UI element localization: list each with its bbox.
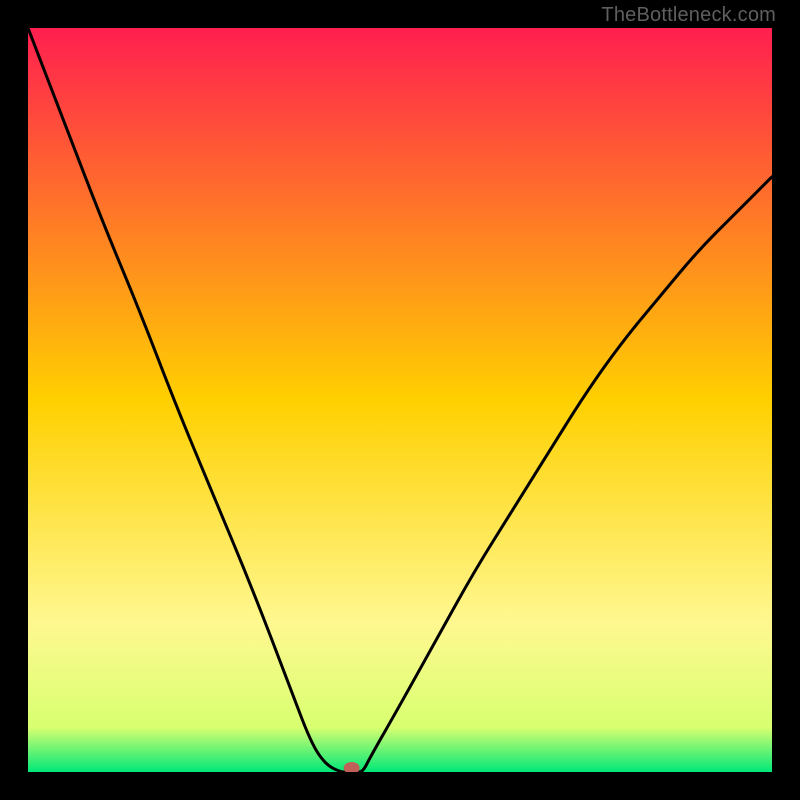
watermark-text: TheBottleneck.com xyxy=(601,4,776,27)
chart-container: TheBottleneck.com xyxy=(0,0,800,800)
plot-area xyxy=(28,28,772,772)
chart-svg xyxy=(28,28,772,772)
gradient-background xyxy=(28,28,772,772)
